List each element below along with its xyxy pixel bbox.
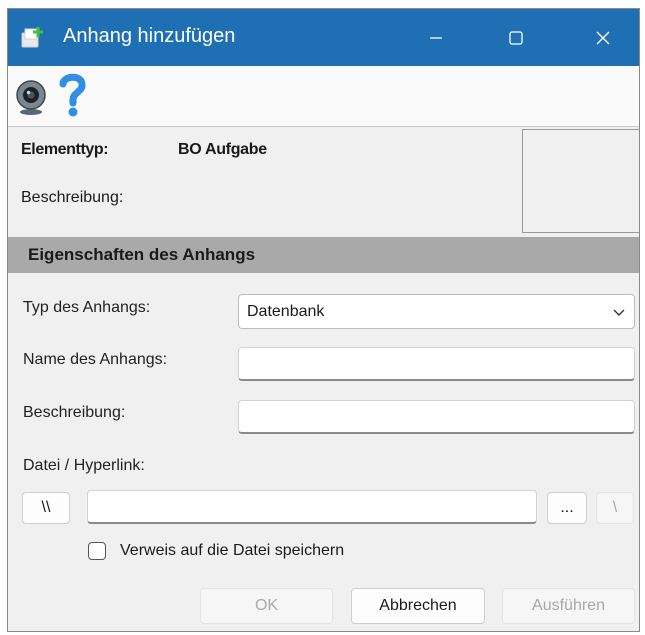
- attachment-type-value: Datenbank: [247, 303, 325, 320]
- minimize-button[interactable]: [406, 9, 466, 66]
- unc-path-button[interactable]: \\: [22, 492, 70, 524]
- attachment-type-select[interactable]: Datenbank: [238, 294, 635, 329]
- path-separator-button[interactable]: \: [596, 492, 634, 524]
- maximize-button[interactable]: [486, 9, 546, 66]
- close-icon: [596, 31, 610, 44]
- save-reference-label[interactable]: Verweis auf die Datei speichern: [120, 542, 344, 560]
- toolbar: [8, 66, 639, 127]
- help-icon[interactable]: [56, 72, 88, 118]
- webcam-icon[interactable]: [13, 79, 49, 115]
- close-button[interactable]: [573, 9, 633, 66]
- attachment-name-label: Name des Anhangs:: [23, 351, 168, 368]
- element-type-label: Elementtyp:: [21, 141, 109, 158]
- add-attachment-dialog: Anhang hinzufügen Elementtyp: BO Aufgabe…: [7, 8, 640, 632]
- title-bar[interactable]: Anhang hinzufügen: [8, 9, 639, 66]
- file-hyperlink-input[interactable]: [87, 490, 537, 524]
- minimize-icon: [430, 36, 442, 39]
- attachment-description-input[interactable]: [238, 400, 635, 434]
- execute-button[interactable]: Ausführen: [502, 588, 635, 624]
- attachment-description-label: Beschreibung:: [23, 404, 126, 421]
- attachment-add-icon: [21, 27, 43, 48]
- attachment-name-input[interactable]: [238, 347, 635, 381]
- element-type-value: BO Aufgabe: [178, 141, 267, 158]
- section-header: Eigenschaften des Anhangs: [8, 237, 639, 273]
- maximize-icon: [509, 30, 523, 45]
- chevron-down-icon: [613, 309, 625, 316]
- file-hyperlink-label: Datei / Hyperlink:: [23, 457, 145, 474]
- browse-button[interactable]: ...: [547, 492, 587, 524]
- element-description-label: Beschreibung:: [21, 189, 124, 206]
- attachment-type-label: Typ des Anhangs:: [23, 299, 151, 316]
- save-reference-checkbox[interactable]: [88, 542, 106, 560]
- section-title: Eigenschaften des Anhangs: [28, 245, 256, 264]
- element-preview-box: [522, 129, 639, 233]
- cancel-button[interactable]: Abbrechen: [351, 588, 485, 624]
- ok-button[interactable]: OK: [200, 588, 333, 624]
- window-title: Anhang hinzufügen: [63, 25, 236, 47]
